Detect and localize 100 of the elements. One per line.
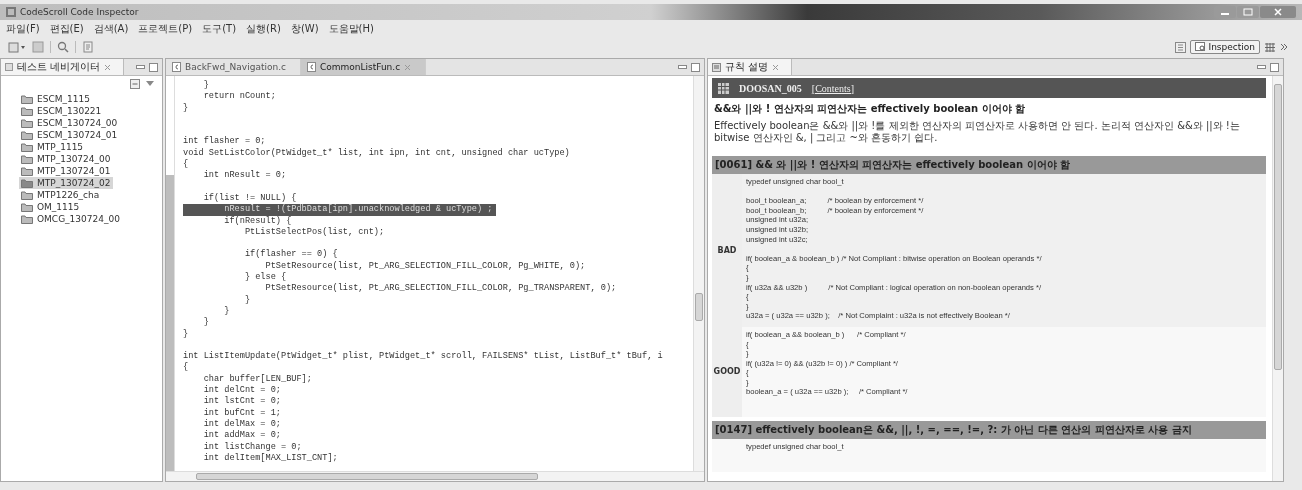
example-label: GOOD <box>713 367 741 377</box>
code-line: } <box>183 102 190 114</box>
contents-link[interactable]: [Contents] <box>811 82 854 94</box>
new-icon[interactable] <box>8 41 26 53</box>
code-line: } <box>183 328 190 340</box>
close-icon[interactable] <box>1260 6 1296 18</box>
code-line: PtSetResource(list, Pt_ARG_SELECTION_FILL_COLOR, Pg_WHITE, 0); <box>264 260 587 272</box>
inspection-icon <box>1194 42 1206 52</box>
folder-icon <box>21 106 33 116</box>
horizontal-scrollbar[interactable] <box>166 471 704 481</box>
document-icon[interactable] <box>82 41 94 53</box>
maximize-icon[interactable] <box>1237 6 1259 18</box>
tree-item[interactable]: MTP1226_cha <box>19 189 102 201</box>
tree-item[interactable]: ESCM_130221 <box>19 105 104 117</box>
table-icon <box>718 82 729 94</box>
editor-tab[interactable]: BackFwd_Navigation.c <box>166 59 301 75</box>
folder-icon <box>21 202 33 212</box>
menu-item[interactable]: 실행(R) <box>246 22 281 36</box>
folder-icon <box>21 142 33 152</box>
menu-item[interactable]: 창(W) <box>290 22 319 36</box>
code-line: { <box>183 362 190 374</box>
maximize-icon[interactable] <box>691 62 700 72</box>
code-line: if(nResult) { <box>223 215 293 227</box>
menu-item[interactable]: 도구(T) <box>202 22 237 36</box>
navigator-tab[interactable]: 테스트 네비게이터 <box>1 59 125 75</box>
close-icon[interactable] <box>404 63 412 71</box>
minimize-icon[interactable] <box>678 64 687 70</box>
search-icon[interactable] <box>57 41 69 53</box>
code-line: if(flasher == 0) { <box>243 249 339 261</box>
code-line: int addMax = 0; <box>202 430 282 442</box>
tree-item[interactable]: MTP_130724_01 <box>19 165 113 177</box>
folder-icon <box>21 214 33 224</box>
code-line: } <box>202 317 210 329</box>
maximize-icon[interactable] <box>1270 62 1279 72</box>
menu-item[interactable]: 프로젝트(P) <box>138 22 193 36</box>
tree-item[interactable]: ESCM_130724_01 <box>19 129 120 141</box>
app-icon <box>6 7 16 17</box>
tree-item[interactable]: MTP_130724_00 <box>19 153 113 165</box>
tree-item[interactable]: OM_1115 <box>19 201 82 213</box>
folder-icon <box>21 178 33 188</box>
open-perspective-icon[interactable] <box>1174 41 1186 53</box>
menu-item[interactable]: 편집(E) <box>49 22 84 36</box>
code-line: { <box>183 159 190 171</box>
editor-tab[interactable]: CommonListFun.c <box>300 59 427 75</box>
tree-item[interactable]: MTP_1115 <box>19 141 86 153</box>
section-header: [0147] effectively boolean은 &&, ||, !, =, ==, !=, ?: 가 아닌 다른 연산의 피연산자로 사용 금지 <box>712 421 1266 440</box>
close-icon[interactable] <box>772 63 780 71</box>
c-file-icon <box>306 62 316 72</box>
example-label: BAD <box>717 245 737 255</box>
folder-icon <box>21 94 33 104</box>
c-file-icon <box>172 62 181 72</box>
code-line: void SetListColor(PtWidget_t* list, int ipn, int cnt, unsigned char ucType) <box>183 147 571 159</box>
navigator-title: 테스트 네비게이터 <box>17 60 101 74</box>
save-icon[interactable] <box>32 41 44 53</box>
tree-item[interactable]: OMCG_130724_00 <box>19 213 122 225</box>
code-line: int delCnt = 0; <box>202 385 282 396</box>
code-line: } <box>223 305 231 318</box>
code-line: int nResult = 0; <box>202 170 288 182</box>
collapse-all-icon[interactable] <box>130 79 140 89</box>
code-line: int delMax = 0; <box>202 418 282 430</box>
code-line: int ListItemUpdate(PtWidget_t* plist, PtWidget_t* scroll, FAILSENS* tList, ListBuf_t* tBuf, i <box>183 351 664 362</box>
code-line: int flasher = 0; <box>183 136 267 148</box>
code-line: return nCount; <box>202 91 277 103</box>
view-menu-icon[interactable] <box>146 81 154 87</box>
code-line: int bufCnt = 1; <box>202 407 282 419</box>
code-line: PtListSelectPos(list, cnt); <box>243 226 386 239</box>
code-line: PtSetResource(list, Pt_ARG_SELECTION_FILL_COLOR, Pg_TRANSPARENT, 0); <box>264 283 618 295</box>
code-line: if(list != NULL) { <box>202 192 298 204</box>
code-line: int lstCnt = 0; <box>202 396 282 408</box>
code-line: } <box>243 294 252 306</box>
window-title: CodeScroll Code Inspector <box>20 7 139 17</box>
navigator-icon <box>5 63 13 71</box>
grid-icon[interactable] <box>1264 41 1276 53</box>
minimize-icon[interactable] <box>1257 64 1266 70</box>
rule-description: Effectively boolean은 &&와 ||와 !를 제외한 연산자의 피연산자로 사용하면 안 된다. 논리적 연산자인 &&와 ||와 !는 bitwise 연산자인 &, | 그리고 ~와 혼동하기 쉽다. <box>713 119 1241 146</box>
folder-icon <box>21 118 33 128</box>
tree-item[interactable]: ESCM_1115 <box>19 93 92 105</box>
menu-item[interactable]: 파일(F) <box>6 22 40 36</box>
folder-icon <box>21 154 33 164</box>
vertical-scrollbar[interactable] <box>693 76 704 471</box>
tree-item[interactable]: MTP_130724_02 <box>19 177 113 189</box>
rule-heading: &&와 ||와 ! 연산자의 피연산자는 effectively boolean 이어야 함 <box>713 102 1027 117</box>
menu-item[interactable]: 검색(A) <box>93 22 129 36</box>
close-icon[interactable] <box>104 63 112 71</box>
minimize-icon[interactable] <box>136 64 145 70</box>
folder-icon <box>21 130 33 140</box>
code-line: char buffer[LEN_BUF]; <box>202 373 313 385</box>
tree-item[interactable]: ESCM_130724_00 <box>19 117 120 129</box>
menu-item[interactable]: 도움말(H) <box>328 22 374 36</box>
rule-tab[interactable]: 규칙 설명 <box>708 59 793 75</box>
vertical-scrollbar[interactable] <box>1272 76 1283 481</box>
maximize-icon[interactable] <box>149 62 158 72</box>
rule-panel-title: 규칙 설명 <box>725 60 769 74</box>
inspection-perspective-button[interactable]: Inspection <box>1189 40 1260 54</box>
code-line: int delItem[MAX_LIST_CNT]; <box>202 452 339 465</box>
rule-id: DOOSAN_005 <box>739 82 802 94</box>
section-header: [0061] && 와 ||와 ! 연산자의 피연산자는 effectively boolean 이어야 함 <box>712 156 1266 174</box>
code-line: } else { <box>243 272 288 283</box>
code-line: int listChange = 0; <box>202 441 303 453</box>
overflow-icon[interactable] <box>1280 42 1288 52</box>
